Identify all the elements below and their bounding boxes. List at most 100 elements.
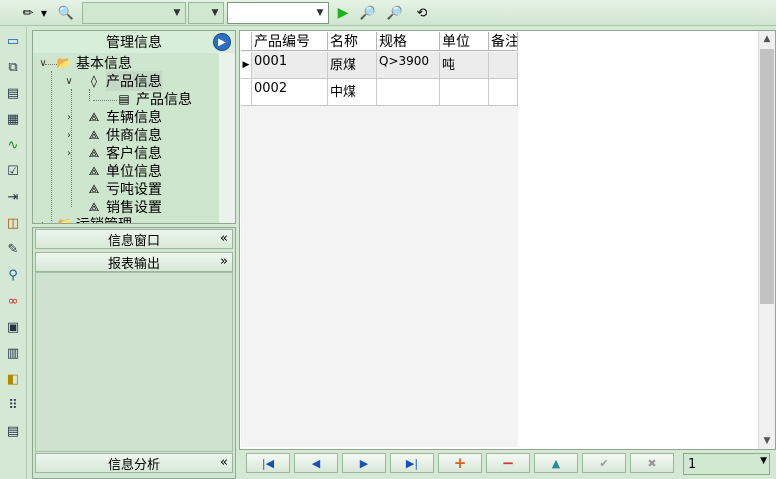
info-analysis-bar[interactable]: 信息分析 « xyxy=(35,453,233,473)
edit-record-button[interactable]: ▲ xyxy=(534,453,578,473)
filter-value-combo[interactable]: ▼ xyxy=(227,2,329,24)
data-grid-area: 产品编号 名称 规格 单位 备注 ▶ 0001 原煤 Q>3900 吨 0002… xyxy=(239,30,776,450)
tree-item-vehicle-info[interactable]: › ⟁ 车辆信息 xyxy=(63,108,162,127)
column-header[interactable]: 名称 xyxy=(328,32,377,51)
tree-item-unit-info[interactable]: ⟁ 单位信息 xyxy=(85,162,162,181)
lower-left-panel: 信息窗口 « 报表输出 » 信息分析 « xyxy=(32,227,236,479)
export-icon[interactable]: ◧ xyxy=(3,369,23,389)
scroll-thumb[interactable] xyxy=(760,49,774,304)
report-icon[interactable]: ▥ xyxy=(3,343,23,363)
table-cell[interactable]: Q>3900 xyxy=(377,52,440,79)
report-output-body xyxy=(35,272,233,452)
table-cell[interactable] xyxy=(377,79,440,106)
expand-down-icon[interactable]: » xyxy=(220,254,228,269)
grid-icon[interactable]: ⠿ xyxy=(3,395,23,415)
table-cell[interactable]: 0002 xyxy=(252,79,328,106)
table-cell[interactable]: 吨 xyxy=(440,52,489,79)
edit-form-icon[interactable]: ✎ xyxy=(3,239,23,259)
print-icon[interactable]: ▤ xyxy=(3,421,23,441)
first-record-button[interactable]: |◀ xyxy=(246,453,290,473)
tag-icon: ⟁ xyxy=(88,181,100,196)
tree-item-label: 客户信息 xyxy=(106,146,162,162)
table-cell[interactable]: 0001 xyxy=(252,52,328,79)
next-record-button[interactable]: ▶ xyxy=(342,453,386,473)
document-icon[interactable]: ▦ xyxy=(3,109,23,129)
tree-item-label: 亏吨设置 xyxy=(106,182,162,198)
chevron-right-icon[interactable]: › xyxy=(37,219,49,224)
chevron-down-icon[interactable]: ▼ xyxy=(312,3,328,23)
tree-item-product-info[interactable]: ∨ ◊ 产品信息 xyxy=(63,71,162,91)
tree-scrollbar[interactable] xyxy=(219,53,235,223)
refresh-icon[interactable]: ⟲ xyxy=(412,3,432,23)
import-icon[interactable]: ⇥ xyxy=(3,187,23,207)
pencil-icon[interactable]: ✏ xyxy=(18,3,38,23)
chevron-down-icon[interactable]: ∨ xyxy=(63,76,75,87)
find-next-icon[interactable]: 🔎 xyxy=(385,3,405,23)
chevron-right-icon[interactable]: › xyxy=(63,148,75,159)
chevron-down-icon[interactable]: ▼ xyxy=(207,3,223,23)
table-cell[interactable] xyxy=(489,52,518,79)
table-cell[interactable]: 中煤 xyxy=(328,79,377,106)
last-record-button[interactable]: ▶| xyxy=(390,453,434,473)
table-row[interactable]: ▶ 0001 原煤 Q>3900 吨 xyxy=(241,52,518,79)
current-row-icon: ▶ xyxy=(241,52,252,79)
delete-record-button[interactable]: − xyxy=(486,453,530,473)
cancel-record-button[interactable]: ✖ xyxy=(630,453,674,473)
tree-item-label: 基本信息 xyxy=(76,56,132,72)
detail-pane xyxy=(539,32,756,446)
run-icon[interactable]: ▶ xyxy=(333,3,353,23)
add-record-button[interactable]: + xyxy=(438,453,482,473)
column-header[interactable]: 单位 xyxy=(440,32,489,51)
tree-item-shortage-settings[interactable]: ⟁ 亏吨设置 xyxy=(85,180,162,199)
column-header[interactable]: 规格 xyxy=(377,32,440,51)
tree-item-product-info-form[interactable]: ▤ 产品信息 xyxy=(115,90,192,108)
link-icon[interactable]: ∞ xyxy=(3,291,23,311)
tree-item-label: 运销管理 xyxy=(76,214,132,223)
filter-field-combo[interactable]: ▼ xyxy=(82,2,186,24)
tag-icon: ⟁ xyxy=(88,145,100,160)
collapse-icon[interactable]: « xyxy=(220,231,228,246)
find-icon[interactable]: 🔎 xyxy=(358,3,378,23)
table-row[interactable]: 0002 中煤 xyxy=(241,79,518,106)
scroll-up-icon[interactable]: ▲ xyxy=(759,31,775,47)
chevron-down-icon[interactable]: ▼ xyxy=(38,3,50,23)
report-output-bar[interactable]: 报表输出 » xyxy=(35,252,233,272)
search-icon[interactable]: 🔍 xyxy=(56,3,76,23)
chevron-down-icon[interactable]: ▼ xyxy=(169,3,185,23)
tag-icon: ⟁ xyxy=(88,127,100,142)
table-icon[interactable]: ▣ xyxy=(3,317,23,337)
checkbox-icon[interactable]: ☑ xyxy=(3,161,23,181)
page-select[interactable]: 1 ▼ xyxy=(683,453,770,475)
layers-icon[interactable]: ◫ xyxy=(3,213,23,233)
list-icon[interactable]: ▤ xyxy=(3,83,23,103)
collapse-icon[interactable]: « xyxy=(220,455,228,470)
network-icon[interactable]: ⧉ xyxy=(3,57,23,77)
chevron-right-icon[interactable]: › xyxy=(63,112,75,123)
tag-icon: ⟁ xyxy=(88,199,100,214)
tree-item-customer-info[interactable]: › ⟁ 客户信息 xyxy=(63,144,162,163)
table-cell[interactable] xyxy=(489,79,518,106)
column-header[interactable]: 备注 xyxy=(489,32,518,51)
prior-record-button[interactable]: ◀ xyxy=(294,453,338,473)
tree-item-label: 车辆信息 xyxy=(106,110,162,126)
chart-icon[interactable]: ∿ xyxy=(3,135,23,155)
tree-item-transport-sales[interactable]: › 📁 运销管理 xyxy=(37,214,132,224)
user-search-icon[interactable]: ⚲ xyxy=(3,265,23,285)
filter-operator-combo[interactable]: ▼ xyxy=(188,2,224,24)
chevron-down-icon[interactable]: ∨ xyxy=(37,58,49,69)
vertical-scrollbar[interactable]: ▲ ▼ xyxy=(758,31,775,449)
tree-item-supplier-info[interactable]: › ⟁ 供商信息 xyxy=(63,126,162,145)
post-record-button[interactable]: ✔ xyxy=(582,453,626,473)
table-cell[interactable]: 原煤 xyxy=(328,52,377,79)
scroll-down-icon[interactable]: ▼ xyxy=(759,433,775,449)
chevron-down-icon[interactable]: ▼ xyxy=(760,456,767,466)
go-icon[interactable]: ▶ xyxy=(213,33,231,51)
info-window-bar[interactable]: 信息窗口 « xyxy=(35,229,233,249)
tree-item-basic-info[interactable]: ∨ 📂 基本信息 xyxy=(37,54,132,72)
chevron-right-icon[interactable]: › xyxy=(63,130,75,141)
table-cell[interactable] xyxy=(440,79,489,106)
tree-connector xyxy=(89,89,90,101)
window-icon[interactable]: ▭ xyxy=(3,31,23,51)
column-header[interactable]: 产品编号 xyxy=(252,32,328,51)
left-toolbar: ▭ ⧉ ▤ ▦ ∿ ☑ ⇥ ◫ ✎ ⚲ ∞ ▣ ▥ ◧ ⠿ ▤ xyxy=(0,27,27,479)
